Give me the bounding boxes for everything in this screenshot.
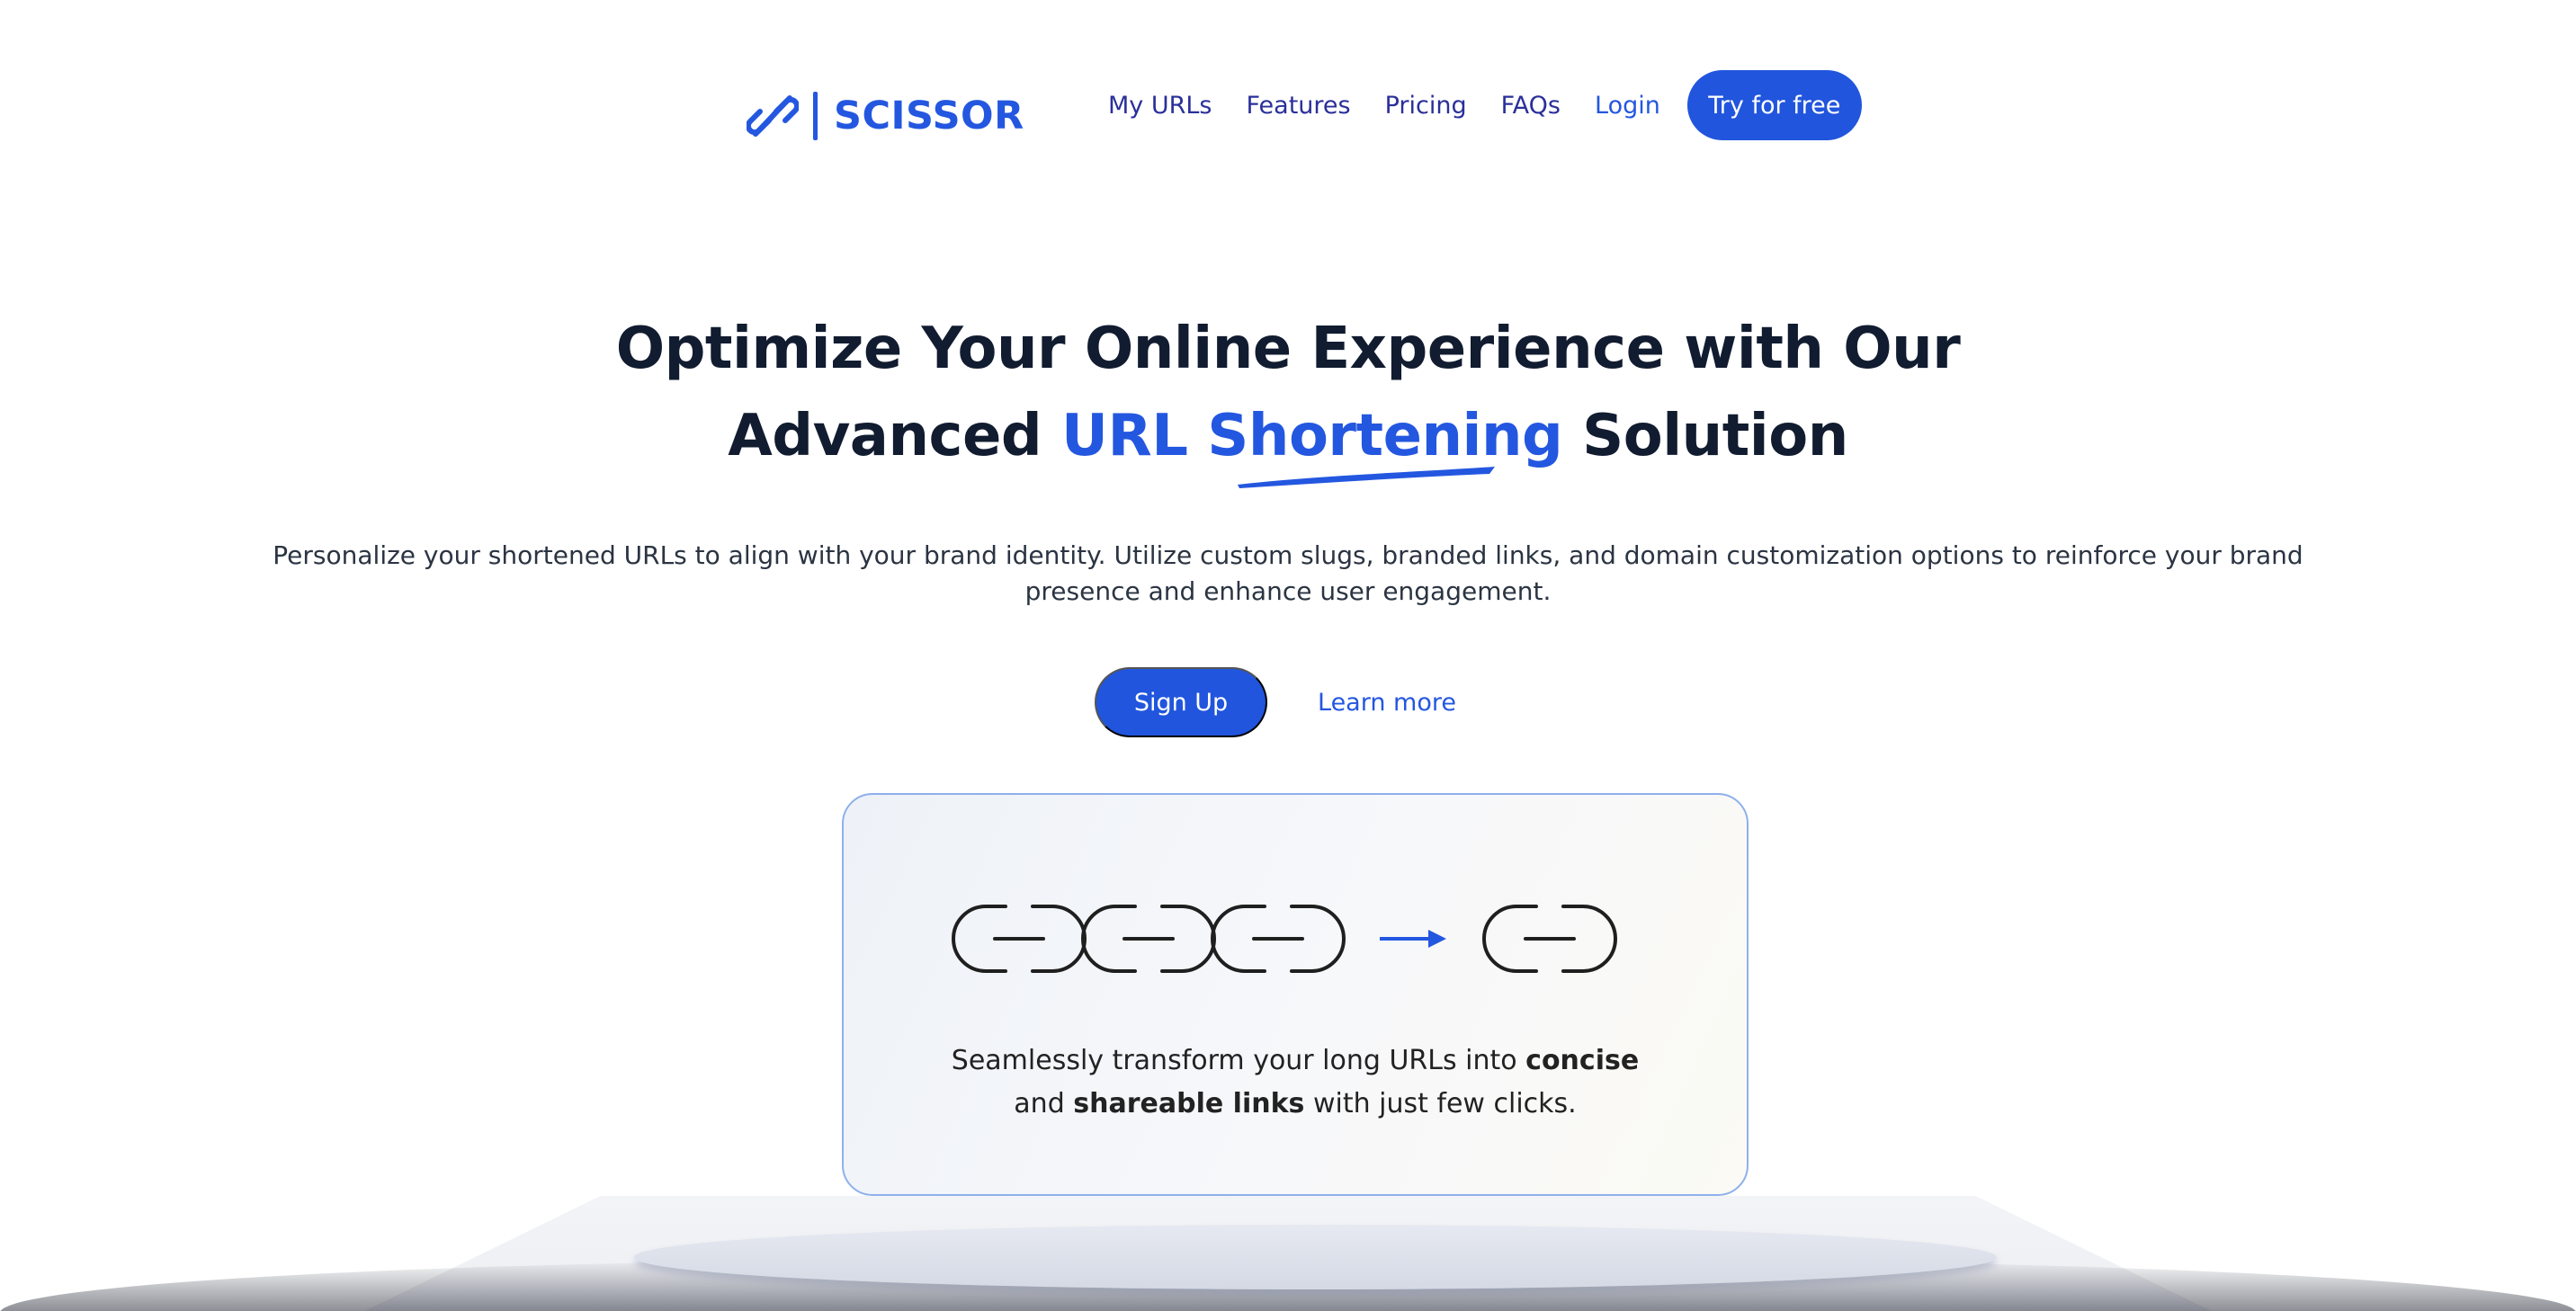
nav-link-my-urls[interactable]: My URLs — [1108, 92, 1212, 120]
hero-title-accent-text: URL Shortening — [1060, 403, 1563, 469]
nav-link-features[interactable]: Features — [1247, 92, 1351, 120]
hero-title: Optimize Your Online Experience with Our… — [0, 306, 2576, 488]
nav-link-pricing[interactable]: Pricing — [1385, 92, 1467, 120]
sign-up-button[interactable]: Sign Up — [1095, 667, 1267, 737]
site-header: SCISSOR My URLs Features Pricing FAQs Lo… — [0, 0, 2576, 216]
chain-links-icon — [952, 905, 1617, 973]
card-line1-text: Seamlessly transform your long URLs into — [951, 1045, 1526, 1076]
link-icon — [747, 95, 799, 137]
card-description: Seamlessly transform your long URLs into… — [844, 1039, 1747, 1126]
hero-title-line2-end: Solution — [1562, 403, 1848, 469]
brand-name: SCISSOR — [834, 94, 1024, 138]
logo-divider — [813, 92, 818, 140]
hero-title-line2-start: Advanced — [728, 403, 1061, 469]
card-line1-bold: concise — [1525, 1045, 1640, 1076]
nav-link-faqs[interactable]: FAQs — [1501, 92, 1561, 120]
hero-title-accent: URL Shortening — [1060, 393, 1563, 488]
card-line2-end: with just few clicks. — [1304, 1088, 1577, 1119]
try-for-free-button[interactable]: Try for free — [1686, 70, 1862, 140]
hero-actions: Sign Up Learn more — [0, 667, 2576, 737]
platform-pedestal — [634, 1225, 1997, 1289]
card-line2-start: and — [1014, 1088, 1074, 1119]
card-line2-bold: shareable links — [1073, 1088, 1305, 1119]
learn-more-link[interactable]: Learn more — [1318, 689, 1456, 717]
brand-logo[interactable]: SCISSOR — [747, 85, 1024, 147]
arrow-right-icon — [1380, 930, 1446, 948]
main-nav: My URLs Features Pricing FAQs Login Try … — [1108, 70, 1862, 140]
hero-title-line1: Optimize Your Online Experience with Our — [615, 316, 1961, 382]
hero-subtitle: Personalize your shortened URLs to align… — [273, 540, 2303, 606]
nav-link-login[interactable]: Login — [1595, 92, 1660, 120]
underline-swoosh-icon — [1237, 467, 1495, 488]
feature-card: Seamlessly transform your long URLs into… — [842, 793, 1749, 1196]
